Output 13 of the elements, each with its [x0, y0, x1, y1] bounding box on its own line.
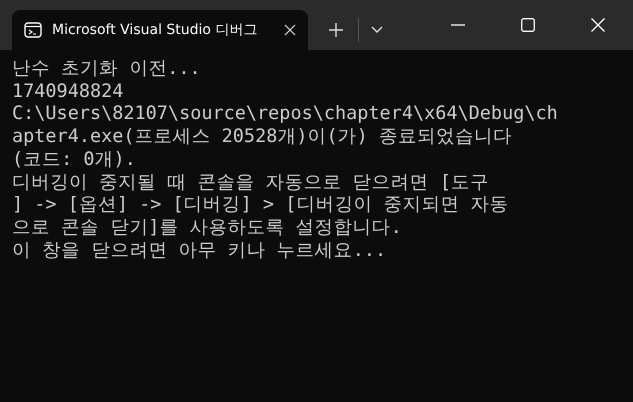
console-line: ] -> [옵션] -> [디버깅] > [디버깅이 중지되면 자동: [12, 194, 509, 217]
console-line: 디버깅이 중지될 때 콘솔을 자동으로 닫으려면 [도구: [12, 172, 489, 194]
close-tab-icon[interactable]: [284, 24, 296, 36]
console-line: C:\Users\82107\source\repos\chapter4\x64\Debug\ch: [12, 103, 558, 126]
console-line: (코드: 0개).: [12, 148, 136, 172]
console-line: 이 창을 닫으려면 아무 키나 누르세요...: [12, 240, 386, 262]
console-line: 1740948824: [12, 80, 124, 104]
console-line: 으로 콘솔 닫기]를 사용하도록 설정합니다.: [12, 216, 402, 240]
terminal-tab[interactable]: Microsoft Visual Studio 디버그: [12, 10, 308, 50]
console-line: apter4.exe(프로세스 20528개)이(가) 종료되었습니다: [12, 126, 512, 149]
tab-title: Microsoft Visual Studio 디버그: [52, 21, 258, 39]
console-line: 난수 초기화 이전...: [12, 58, 201, 81]
terminal-icon: [24, 22, 42, 38]
